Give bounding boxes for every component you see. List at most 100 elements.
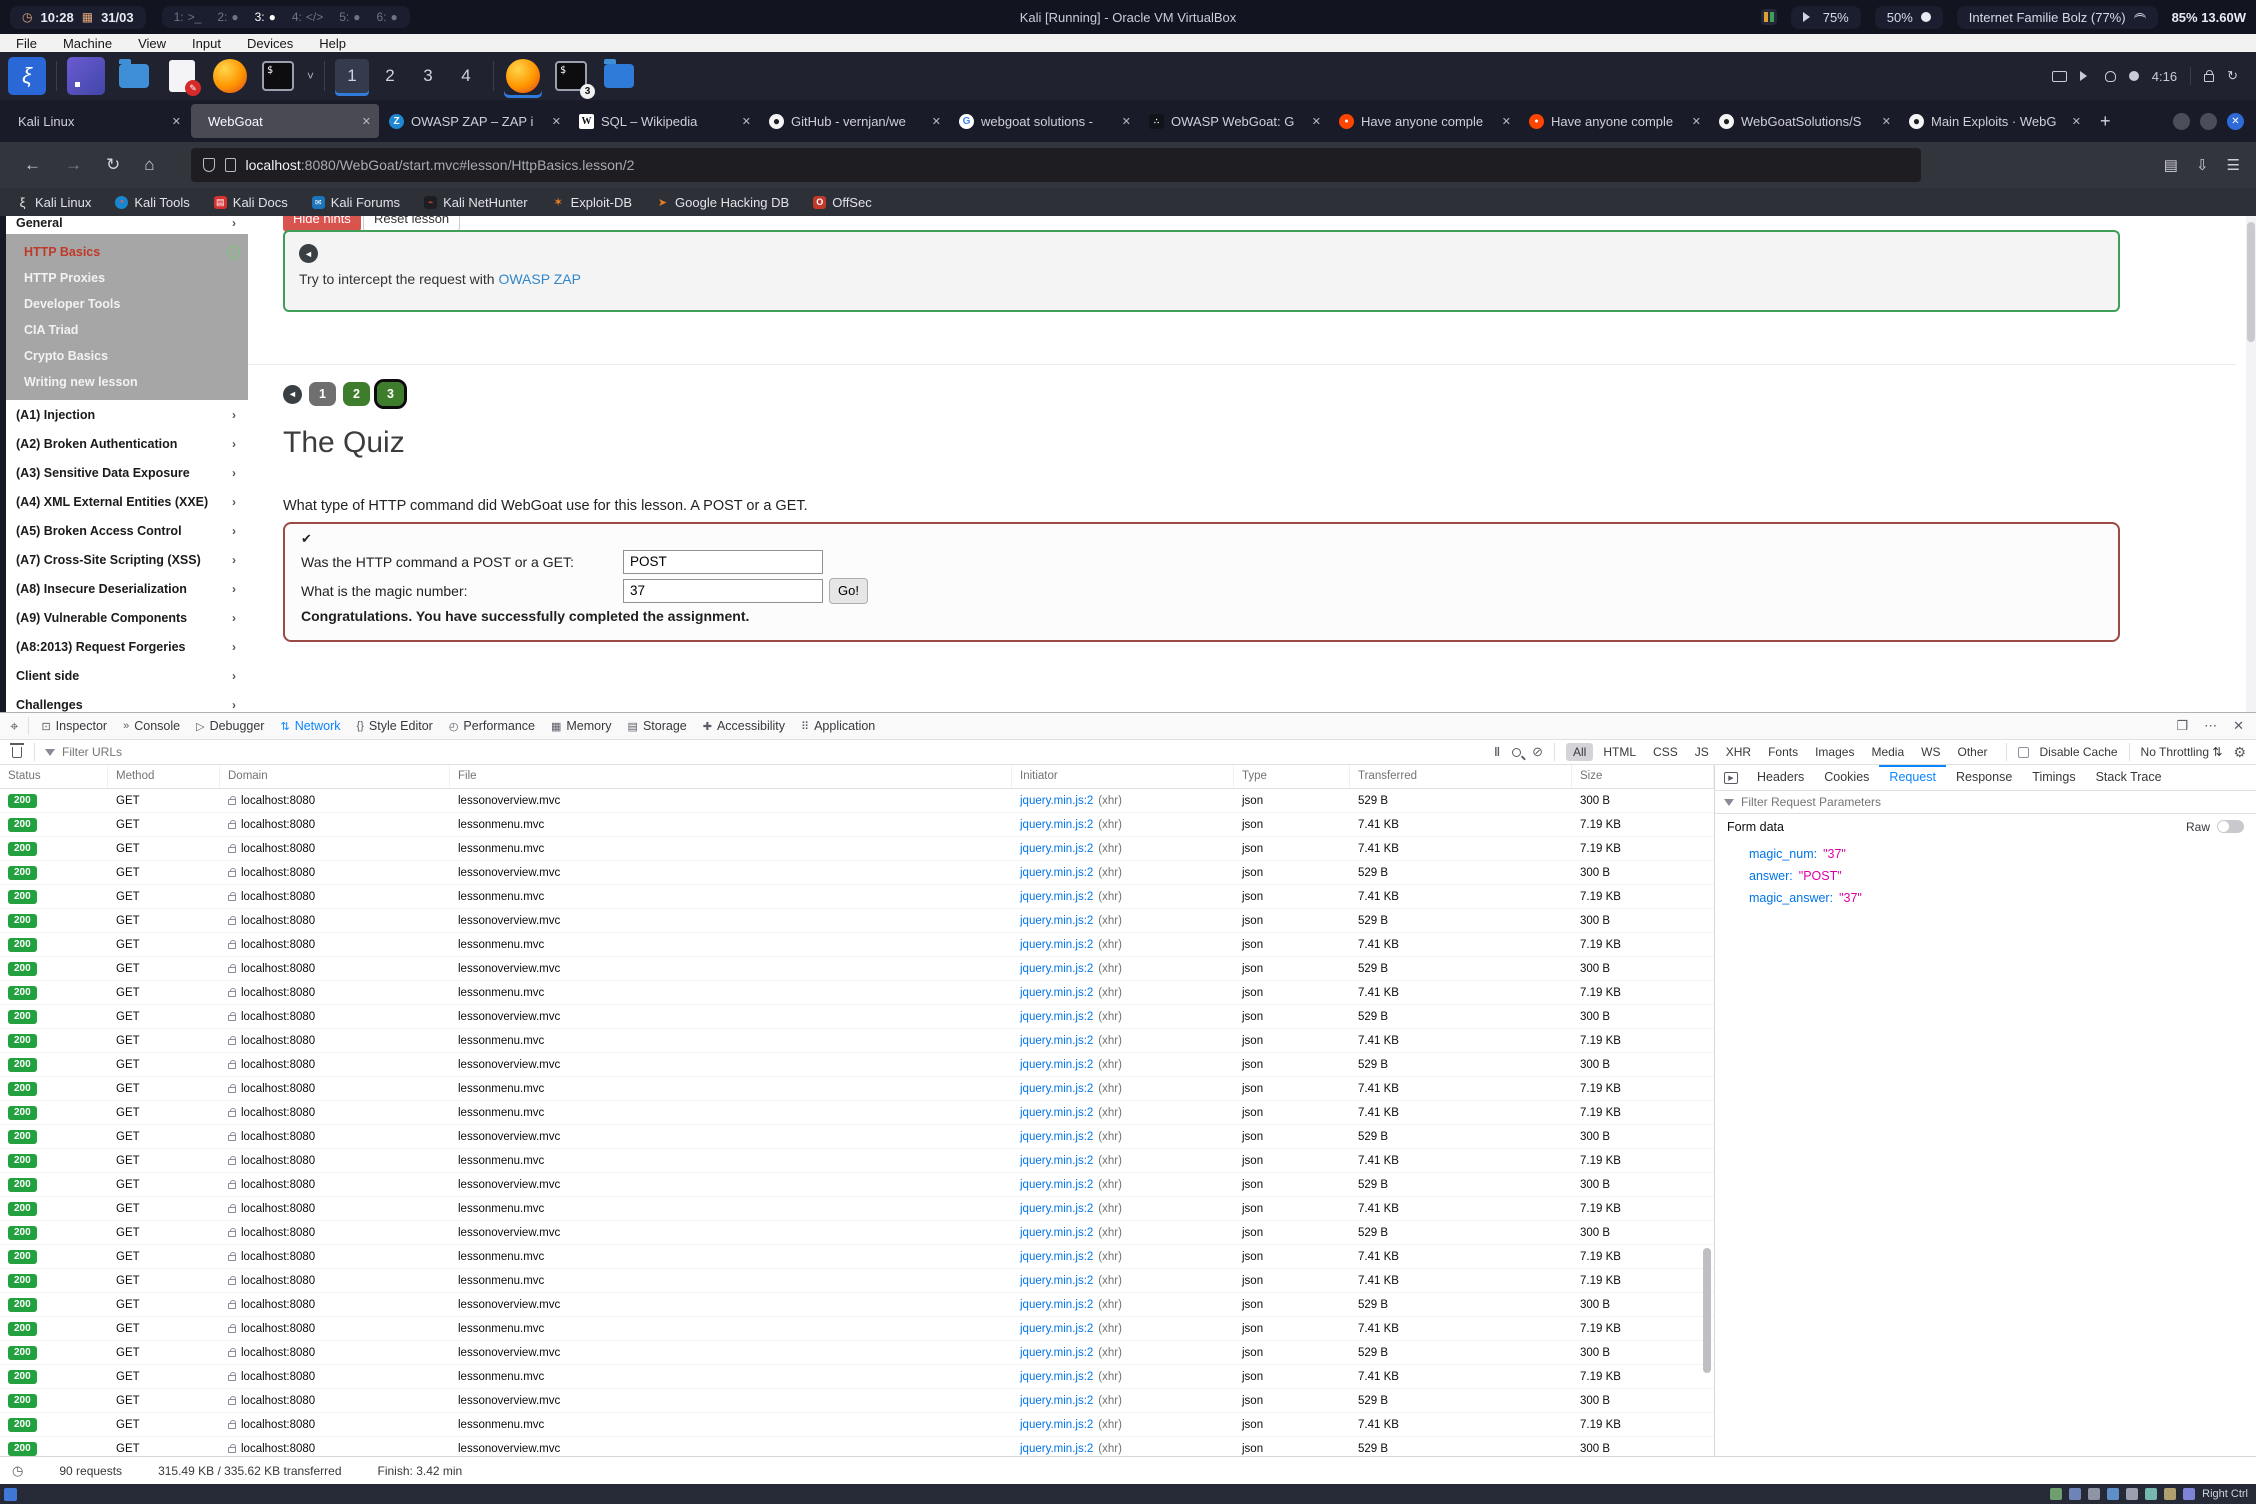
initiator-link[interactable]: jquery.min.js:2 — [1020, 1155, 1093, 1167]
initiator-link[interactable]: jquery.min.js:2 — [1020, 1275, 1093, 1287]
forward-button[interactable]: → — [65, 155, 82, 175]
new-tab-button[interactable]: + — [2100, 111, 2111, 132]
go-button[interactable]: Go! — [829, 578, 868, 604]
brightness-widget[interactable]: 50% — [1875, 6, 1943, 29]
block-requests-icon[interactable]: ⊘ — [1532, 744, 1543, 760]
column-header[interactable]: Initiator — [1012, 765, 1234, 788]
panel-toggle-icon[interactable]: ▶ — [1724, 772, 1738, 784]
request-row[interactable]: 200 GET localhost:8080 lessonmenu.mvc jq… — [0, 1077, 1714, 1101]
tab-close-icon[interactable]: ✕ — [1502, 115, 1511, 128]
home-button[interactable]: ⌂ — [144, 155, 154, 175]
type-filter-button[interactable]: XHR — [1719, 743, 1758, 761]
display-tray-icon[interactable] — [2052, 71, 2067, 82]
sidebar-item-general[interactable]: General › — [6, 216, 248, 234]
type-filter-button[interactable]: HTML — [1596, 743, 1643, 761]
devtools-menu-icon[interactable]: ⋯ — [2204, 718, 2217, 734]
sidebar-category[interactable]: (A4) XML External Entities (XXE) › — [6, 487, 248, 516]
firefox-launcher-icon[interactable] — [211, 57, 249, 95]
sidebar-lesson-item[interactable]: Writing new lesson ✓ — [6, 369, 248, 395]
request-count[interactable]: 90 requests — [59, 1464, 122, 1478]
tab-close-icon[interactable]: ✕ — [932, 115, 941, 128]
bookmark-item[interactable]: Kali NetHunter — [424, 195, 528, 210]
vm-menu-item[interactable]: Devices — [247, 36, 293, 51]
updates-tray-icon[interactable]: ↻ — [2227, 68, 2238, 84]
workspace-button[interactable]: 4 — [449, 59, 483, 93]
sidebar-category[interactable]: Client side › — [6, 661, 248, 690]
sidebar-category[interactable]: (A2) Broken Authentication › — [6, 429, 248, 458]
sidebar-lesson-item[interactable]: HTTP Basics ✓ — [6, 239, 248, 265]
terminal-launcher-icon[interactable]: $ — [259, 57, 297, 95]
bookmark-item[interactable]: Kali Tools — [115, 195, 189, 210]
tracking-protection-icon[interactable] — [203, 158, 215, 172]
request-row[interactable]: 200 GET localhost:8080 lessonoverview.mv… — [0, 1005, 1714, 1029]
pick-element-icon[interactable]: ⌖ — [10, 718, 18, 735]
request-list-scrollbar[interactable] — [1703, 1248, 1711, 1373]
vm-menu-item[interactable]: Help — [319, 36, 346, 51]
app-menu-icon[interactable]: ☰ — [2227, 156, 2240, 174]
request-row[interactable]: 200 GET localhost:8080 lessonoverview.mv… — [0, 861, 1714, 885]
request-row[interactable]: 200 GET localhost:8080 lessonmenu.mvc jq… — [0, 1245, 1714, 1269]
sidebar-category[interactable]: (A9) Vulnerable Components › — [6, 603, 248, 632]
request-row[interactable]: 200 GET localhost:8080 lessonmenu.mvc jq… — [0, 813, 1714, 837]
tab-close-icon[interactable]: ✕ — [552, 115, 561, 128]
type-filter-button[interactable]: Media — [1864, 743, 1911, 761]
workspace-indicator[interactable]: 4: </> — [292, 10, 323, 24]
minimize-button[interactable] — [2173, 113, 2190, 130]
request-row[interactable]: 200 GET localhost:8080 lessonmenu.mvc jq… — [0, 1413, 1714, 1437]
launcher-dropdown-icon[interactable]: ˅ — [307, 69, 314, 83]
column-header[interactable]: Domain — [220, 765, 450, 788]
request-row[interactable]: 200 GET localhost:8080 lessonoverview.mv… — [0, 1125, 1714, 1149]
request-row[interactable]: 200 GET localhost:8080 lessonmenu.mvc jq… — [0, 1365, 1714, 1389]
type-filter-button[interactable]: Images — [1808, 743, 1861, 761]
devtools-tool-tab[interactable]: ⠿ Application — [793, 713, 883, 740]
owasp-zap-link[interactable]: OWASP ZAP — [498, 271, 580, 287]
bookmark-item[interactable]: OffSec — [813, 195, 872, 210]
volume-tray-icon[interactable] — [2080, 71, 2092, 81]
devtools-tool-tab[interactable]: ✚ Accessibility — [695, 713, 793, 740]
previous-page-icon[interactable]: ◄ — [283, 385, 302, 404]
column-header[interactable]: Status — [0, 765, 108, 788]
tab-close-icon[interactable]: ✕ — [362, 115, 371, 128]
initiator-link[interactable]: jquery.min.js:2 — [1020, 1395, 1093, 1407]
request-row[interactable]: 200 GET localhost:8080 lessonoverview.mv… — [0, 1173, 1714, 1197]
workspace-indicator[interactable]: 6: ● — [377, 10, 398, 24]
request-row[interactable]: 200 GET localhost:8080 lessonmenu.mvc jq… — [0, 981, 1714, 1005]
initiator-link[interactable]: jquery.min.js:2 — [1020, 1131, 1093, 1143]
browser-tab[interactable]: WebGoatSolutions/S ✕ — [1711, 104, 1899, 138]
page-pill[interactable]: 2 — [343, 382, 370, 406]
type-filter-button[interactable]: CSS — [1646, 743, 1685, 761]
devtools-tool-tab[interactable]: ▷ Debugger — [188, 713, 272, 740]
type-filter-button[interactable]: Fonts — [1761, 743, 1805, 761]
request-row[interactable]: 200 GET localhost:8080 lessonmenu.mvc jq… — [0, 837, 1714, 861]
request-row[interactable]: 200 GET localhost:8080 lessonoverview.mv… — [0, 789, 1714, 813]
details-tab[interactable]: Timings — [2022, 765, 2085, 791]
tab-close-icon[interactable]: ✕ — [1122, 115, 1131, 128]
notifications-tray-icon[interactable] — [2105, 71, 2116, 82]
page-pill[interactable]: 3 — [377, 382, 404, 406]
column-header[interactable]: Transferred — [1350, 765, 1572, 788]
details-tab[interactable]: Response — [1946, 765, 2022, 791]
initiator-link[interactable]: jquery.min.js:2 — [1020, 1083, 1093, 1095]
raw-toggle[interactable] — [2217, 820, 2244, 833]
kali-undercover-icon[interactable] — [67, 57, 105, 95]
vm-menu-item[interactable]: Machine — [63, 36, 112, 51]
devtools-tool-tab[interactable]: ▦ Memory — [543, 713, 620, 740]
request-row[interactable]: 200 GET localhost:8080 lessonmenu.mvc jq… — [0, 885, 1714, 909]
responsive-mode-icon[interactable]: ❒ — [2176, 718, 2188, 734]
column-header[interactable]: Type — [1234, 765, 1350, 788]
bookmark-item[interactable]: Exploit-DB — [552, 195, 632, 210]
page-pill[interactable]: 1 — [309, 382, 336, 406]
magic-number-field[interactable] — [623, 579, 823, 603]
text-editor-icon[interactable] — [163, 57, 201, 95]
column-header[interactable]: Size — [1572, 765, 1714, 788]
workspace-indicator[interactable]: 2: ● — [217, 10, 238, 24]
devtools-tool-tab[interactable]: » Console — [115, 713, 188, 740]
request-row[interactable]: 200 GET localhost:8080 lessonoverview.mv… — [0, 957, 1714, 981]
workspace-button[interactable]: 1 — [335, 59, 369, 93]
status-tray-icon[interactable] — [2129, 71, 2139, 81]
browser-tab[interactable]: OWASP ZAP – ZAP i ✕ — [381, 104, 569, 138]
details-tab[interactable]: Request — [1879, 765, 1946, 791]
initiator-link[interactable]: jquery.min.js:2 — [1020, 1227, 1093, 1239]
request-row[interactable]: 200 GET localhost:8080 lessonmenu.mvc jq… — [0, 1197, 1714, 1221]
initiator-link[interactable]: jquery.min.js:2 — [1020, 1371, 1093, 1383]
